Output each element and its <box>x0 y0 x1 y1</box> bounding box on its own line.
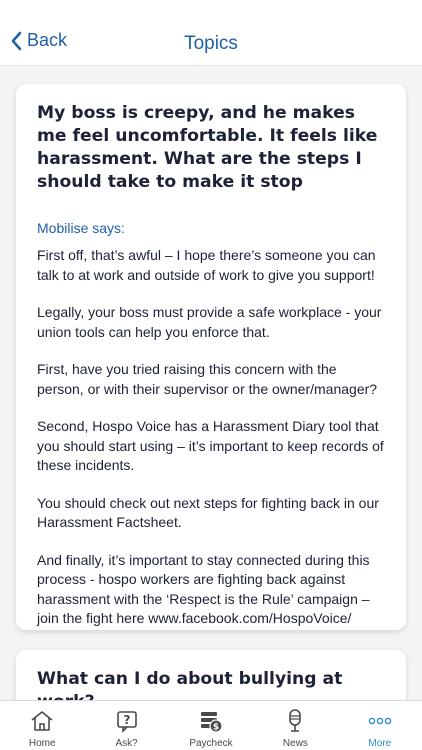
tab-news[interactable]: News <box>253 701 337 750</box>
topic-card: My boss is creepy, and he makes me feel … <box>16 84 406 630</box>
svg-text:$: $ <box>213 723 219 733</box>
tab-label: Home <box>28 738 56 749</box>
tab-label: News <box>282 738 308 749</box>
tab-ask[interactable]: ? Ask? <box>84 701 168 750</box>
tab-label: Paycheck <box>189 738 233 749</box>
answer-source: Mobilise says: <box>37 220 125 236</box>
microphone-icon <box>282 708 308 734</box>
answer-paragraph: You should check out next steps for figh… <box>37 494 379 531</box>
topic-question: My boss is creepy, and he makes me feel … <box>37 103 378 192</box>
page-title: Topics <box>184 33 238 54</box>
answer-paragraph: Legally, your boss must provide a safe w… <box>37 304 382 340</box>
topic-card[interactable]: What can I do about bullying at work? <box>16 650 406 700</box>
tab-label: Ask? <box>115 738 138 749</box>
answer-paragraph: Second, Hospo Voice has a Harassment Dia… <box>37 418 384 473</box>
tab-bar: Home ? Ask? $ Paycheck News More <box>0 700 422 750</box>
home-icon <box>29 708 55 734</box>
tab-paycheck[interactable]: $ Paycheck <box>169 701 253 750</box>
topics-list[interactable]: My boss is creepy, and he makes me feel … <box>0 66 422 700</box>
svg-text:?: ? <box>123 713 130 727</box>
nav-header: Back Topics <box>0 0 422 66</box>
tab-more[interactable]: More <box>338 701 422 750</box>
answer-paragraph: First, have you tried raising this conce… <box>37 361 378 397</box>
answer-paragraph: And finally, it’s important to stay conn… <box>37 551 370 627</box>
topic-question: What can I do about bullying at work? <box>37 669 343 700</box>
answer-paragraph: First off, that’s awful – I hope there’s… <box>37 247 376 283</box>
tab-label: More <box>368 738 392 749</box>
question-icon: ? <box>114 708 140 734</box>
tab-home[interactable]: Home <box>0 701 84 750</box>
more-icon <box>367 708 393 734</box>
paycheck-icon: $ <box>198 708 224 734</box>
